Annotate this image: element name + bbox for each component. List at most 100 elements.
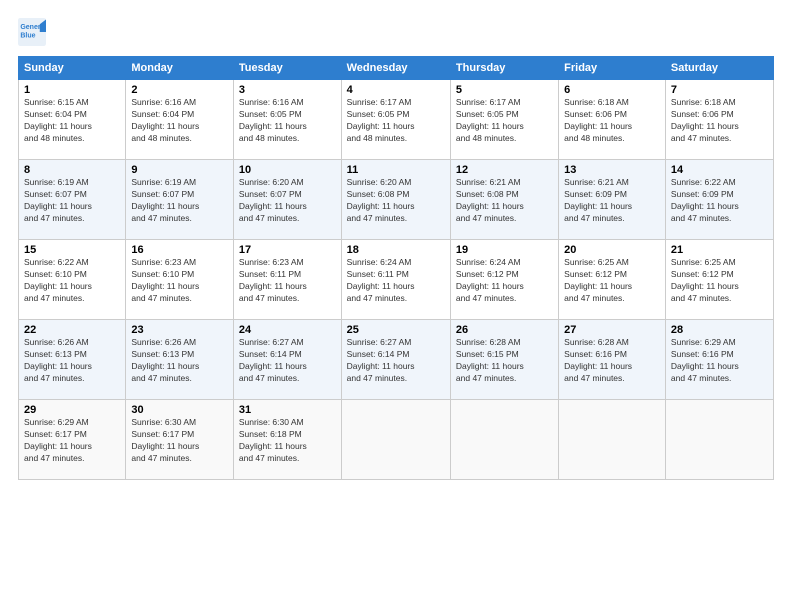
page: General Blue SundayMondayTuesdayWednesda…	[0, 0, 792, 612]
day-info: Sunrise: 6:20 AMSunset: 6:08 PMDaylight:…	[347, 177, 445, 225]
day-number: 20	[564, 244, 660, 256]
logo-icon: General Blue	[18, 18, 46, 46]
calendar-cell	[450, 400, 558, 480]
calendar-cell: 8Sunrise: 6:19 AMSunset: 6:07 PMDaylight…	[19, 160, 126, 240]
calendar-week-row: 15Sunrise: 6:22 AMSunset: 6:10 PMDayligh…	[19, 240, 774, 320]
calendar-cell: 15Sunrise: 6:22 AMSunset: 6:10 PMDayligh…	[19, 240, 126, 320]
day-number: 21	[671, 244, 768, 256]
day-number: 15	[24, 244, 120, 256]
day-number: 4	[347, 84, 445, 96]
calendar-cell: 9Sunrise: 6:19 AMSunset: 6:07 PMDaylight…	[126, 160, 234, 240]
calendar-week-row: 1Sunrise: 6:15 AMSunset: 6:04 PMDaylight…	[19, 80, 774, 160]
calendar-cell: 13Sunrise: 6:21 AMSunset: 6:09 PMDayligh…	[559, 160, 666, 240]
day-info: Sunrise: 6:27 AMSunset: 6:14 PMDaylight:…	[239, 337, 336, 385]
day-info: Sunrise: 6:16 AMSunset: 6:04 PMDaylight:…	[131, 97, 228, 145]
day-number: 6	[564, 84, 660, 96]
day-info: Sunrise: 6:21 AMSunset: 6:08 PMDaylight:…	[456, 177, 553, 225]
calendar-cell	[341, 400, 450, 480]
day-number: 11	[347, 164, 445, 176]
calendar-cell: 1Sunrise: 6:15 AMSunset: 6:04 PMDaylight…	[19, 80, 126, 160]
calendar-week-row: 8Sunrise: 6:19 AMSunset: 6:07 PMDaylight…	[19, 160, 774, 240]
day-number: 10	[239, 164, 336, 176]
calendar-cell: 2Sunrise: 6:16 AMSunset: 6:04 PMDaylight…	[126, 80, 234, 160]
calendar-cell: 21Sunrise: 6:25 AMSunset: 6:12 PMDayligh…	[665, 240, 773, 320]
day-info: Sunrise: 6:30 AMSunset: 6:17 PMDaylight:…	[131, 417, 228, 465]
calendar-cell: 22Sunrise: 6:26 AMSunset: 6:13 PMDayligh…	[19, 320, 126, 400]
day-number: 2	[131, 84, 228, 96]
day-info: Sunrise: 6:21 AMSunset: 6:09 PMDaylight:…	[564, 177, 660, 225]
calendar-cell: 18Sunrise: 6:24 AMSunset: 6:11 PMDayligh…	[341, 240, 450, 320]
calendar-cell: 29Sunrise: 6:29 AMSunset: 6:17 PMDayligh…	[19, 400, 126, 480]
day-number: 24	[239, 324, 336, 336]
day-info: Sunrise: 6:26 AMSunset: 6:13 PMDaylight:…	[131, 337, 228, 385]
day-number: 18	[347, 244, 445, 256]
day-number: 19	[456, 244, 553, 256]
calendar-week-row: 29Sunrise: 6:29 AMSunset: 6:17 PMDayligh…	[19, 400, 774, 480]
calendar-cell: 19Sunrise: 6:24 AMSunset: 6:12 PMDayligh…	[450, 240, 558, 320]
day-number: 5	[456, 84, 553, 96]
calendar-cell: 16Sunrise: 6:23 AMSunset: 6:10 PMDayligh…	[126, 240, 234, 320]
calendar-cell: 27Sunrise: 6:28 AMSunset: 6:16 PMDayligh…	[559, 320, 666, 400]
calendar-cell: 14Sunrise: 6:22 AMSunset: 6:09 PMDayligh…	[665, 160, 773, 240]
calendar-cell: 5Sunrise: 6:17 AMSunset: 6:05 PMDaylight…	[450, 80, 558, 160]
day-info: Sunrise: 6:19 AMSunset: 6:07 PMDaylight:…	[24, 177, 120, 225]
day-info: Sunrise: 6:25 AMSunset: 6:12 PMDaylight:…	[671, 257, 768, 305]
day-number: 12	[456, 164, 553, 176]
calendar-cell: 4Sunrise: 6:17 AMSunset: 6:05 PMDaylight…	[341, 80, 450, 160]
calendar-header-thursday: Thursday	[450, 57, 558, 80]
calendar-table: SundayMondayTuesdayWednesdayThursdayFrid…	[18, 56, 774, 480]
calendar-cell: 28Sunrise: 6:29 AMSunset: 6:16 PMDayligh…	[665, 320, 773, 400]
calendar-header-friday: Friday	[559, 57, 666, 80]
day-info: Sunrise: 6:17 AMSunset: 6:05 PMDaylight:…	[347, 97, 445, 145]
day-info: Sunrise: 6:23 AMSunset: 6:11 PMDaylight:…	[239, 257, 336, 305]
day-info: Sunrise: 6:29 AMSunset: 6:16 PMDaylight:…	[671, 337, 768, 385]
day-number: 3	[239, 84, 336, 96]
calendar-header-row: SundayMondayTuesdayWednesdayThursdayFrid…	[19, 57, 774, 80]
day-number: 28	[671, 324, 768, 336]
calendar-cell: 17Sunrise: 6:23 AMSunset: 6:11 PMDayligh…	[233, 240, 341, 320]
day-info: Sunrise: 6:28 AMSunset: 6:15 PMDaylight:…	[456, 337, 553, 385]
day-number: 13	[564, 164, 660, 176]
svg-text:Blue: Blue	[20, 32, 35, 39]
day-info: Sunrise: 6:24 AMSunset: 6:11 PMDaylight:…	[347, 257, 445, 305]
day-number: 25	[347, 324, 445, 336]
day-info: Sunrise: 6:15 AMSunset: 6:04 PMDaylight:…	[24, 97, 120, 145]
header: General Blue	[18, 18, 774, 46]
calendar-cell: 7Sunrise: 6:18 AMSunset: 6:06 PMDaylight…	[665, 80, 773, 160]
day-number: 29	[24, 404, 120, 416]
day-info: Sunrise: 6:25 AMSunset: 6:12 PMDaylight:…	[564, 257, 660, 305]
day-number: 1	[24, 84, 120, 96]
day-number: 22	[24, 324, 120, 336]
calendar-header-wednesday: Wednesday	[341, 57, 450, 80]
calendar-cell: 10Sunrise: 6:20 AMSunset: 6:07 PMDayligh…	[233, 160, 341, 240]
day-info: Sunrise: 6:28 AMSunset: 6:16 PMDaylight:…	[564, 337, 660, 385]
day-number: 16	[131, 244, 228, 256]
day-info: Sunrise: 6:30 AMSunset: 6:18 PMDaylight:…	[239, 417, 336, 465]
calendar-cell: 20Sunrise: 6:25 AMSunset: 6:12 PMDayligh…	[559, 240, 666, 320]
calendar-cell: 24Sunrise: 6:27 AMSunset: 6:14 PMDayligh…	[233, 320, 341, 400]
calendar-cell: 23Sunrise: 6:26 AMSunset: 6:13 PMDayligh…	[126, 320, 234, 400]
calendar-cell	[665, 400, 773, 480]
day-info: Sunrise: 6:22 AMSunset: 6:10 PMDaylight:…	[24, 257, 120, 305]
day-number: 17	[239, 244, 336, 256]
day-info: Sunrise: 6:24 AMSunset: 6:12 PMDaylight:…	[456, 257, 553, 305]
day-info: Sunrise: 6:17 AMSunset: 6:05 PMDaylight:…	[456, 97, 553, 145]
day-info: Sunrise: 6:19 AMSunset: 6:07 PMDaylight:…	[131, 177, 228, 225]
day-number: 8	[24, 164, 120, 176]
day-number: 14	[671, 164, 768, 176]
calendar-cell: 30Sunrise: 6:30 AMSunset: 6:17 PMDayligh…	[126, 400, 234, 480]
calendar-cell: 3Sunrise: 6:16 AMSunset: 6:05 PMDaylight…	[233, 80, 341, 160]
day-number: 26	[456, 324, 553, 336]
logo: General Blue	[18, 18, 48, 46]
day-number: 23	[131, 324, 228, 336]
day-number: 9	[131, 164, 228, 176]
calendar-header-monday: Monday	[126, 57, 234, 80]
calendar-cell	[559, 400, 666, 480]
calendar-header-sunday: Sunday	[19, 57, 126, 80]
day-info: Sunrise: 6:20 AMSunset: 6:07 PMDaylight:…	[239, 177, 336, 225]
day-info: Sunrise: 6:16 AMSunset: 6:05 PMDaylight:…	[239, 97, 336, 145]
day-number: 31	[239, 404, 336, 416]
day-info: Sunrise: 6:27 AMSunset: 6:14 PMDaylight:…	[347, 337, 445, 385]
day-number: 30	[131, 404, 228, 416]
day-info: Sunrise: 6:29 AMSunset: 6:17 PMDaylight:…	[24, 417, 120, 465]
